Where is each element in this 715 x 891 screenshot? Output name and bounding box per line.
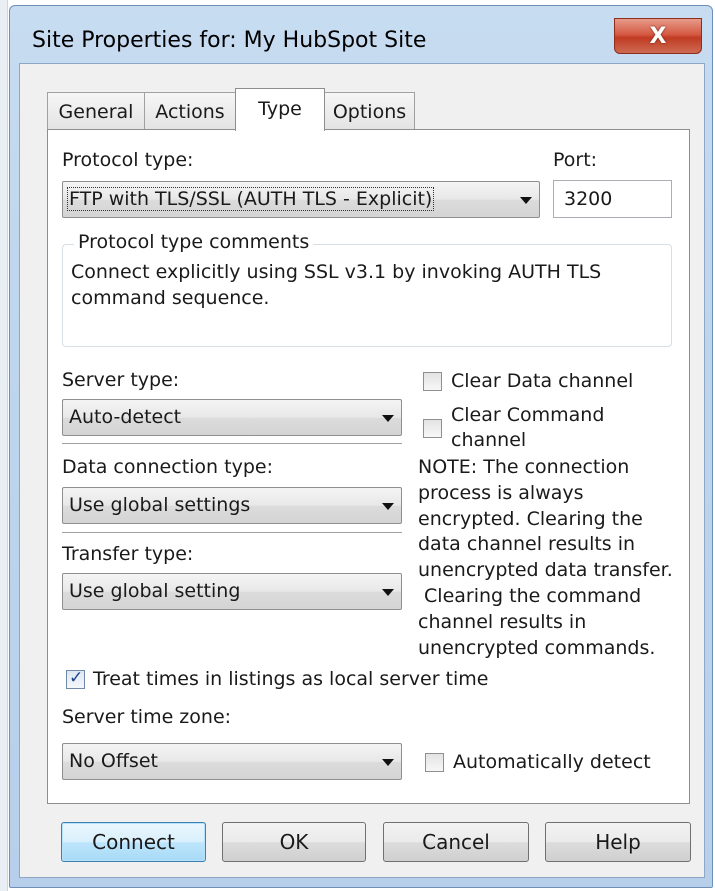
close-icon: X xyxy=(649,23,667,49)
clear-command-channel-label-line2: channel xyxy=(451,429,527,451)
chevron-down-icon xyxy=(382,503,394,510)
protocol-comments-line2: command sequence. xyxy=(71,287,270,309)
note-line: channel results in xyxy=(418,610,587,633)
note-line: NOTE: The connection xyxy=(418,456,630,478)
note-line: unencrypted data transfer. xyxy=(418,559,673,582)
tab-options-label: Options xyxy=(332,100,407,123)
server-time-zone-select[interactable]: No Offset xyxy=(62,743,402,780)
transfer-type-select[interactable]: Use global setting xyxy=(62,573,402,610)
protocol-type-value: FTP with TLS/SSL (AUTH TLS - Explicit) xyxy=(67,187,435,211)
server-time-zone-label: Server time zone: xyxy=(62,706,232,728)
chevron-down-icon xyxy=(520,197,532,204)
tab-general[interactable]: General xyxy=(47,92,145,130)
protocol-type-select[interactable]: FTP with TLS/SSL (AUTH TLS - Explicit) xyxy=(62,181,540,218)
clear-command-channel-checkbox[interactable] xyxy=(423,419,442,438)
tab-actions-label: Actions xyxy=(155,100,225,123)
help-button-label: Help xyxy=(595,830,641,854)
treat-times-local-checkbox[interactable]: ✓ xyxy=(66,668,85,689)
transfer-type-label: Transfer type: xyxy=(62,543,194,565)
note-line: Clearing the command xyxy=(418,584,642,607)
port-value: 3200 xyxy=(564,188,613,210)
protocol-comments-line1: Connect explicitly using SSL v3.1 by inv… xyxy=(71,261,602,283)
note-line: unencrypted commands. xyxy=(418,636,656,659)
server-type-select[interactable]: Auto-detect xyxy=(62,399,402,436)
transfer-type-value: Use global setting xyxy=(69,580,241,602)
data-connection-label: Data connection type: xyxy=(62,456,273,478)
port-input[interactable]: 3200 xyxy=(553,180,672,218)
chevron-down-icon xyxy=(382,589,394,596)
chevron-down-icon xyxy=(382,415,394,422)
divider xyxy=(62,532,402,534)
tab-type[interactable]: Type xyxy=(235,88,325,131)
window-title: Site Properties for: My HubSpot Site xyxy=(32,28,427,53)
data-connection-select[interactable]: Use global settings xyxy=(62,487,402,524)
cancel-button-label: Cancel xyxy=(422,830,490,854)
checkmark-icon: ✓ xyxy=(69,668,84,688)
help-button[interactable]: Help xyxy=(545,822,691,862)
clear-command-channel-label-line1: Clear Command xyxy=(451,404,605,426)
divider xyxy=(62,443,402,445)
cancel-button[interactable]: Cancel xyxy=(383,822,529,862)
protocol-comments-caption: Protocol type comments xyxy=(74,231,314,253)
data-connection-value: Use global settings xyxy=(69,494,251,516)
background-window-edge xyxy=(0,0,8,891)
tab-general-label: General xyxy=(58,100,134,123)
connect-button[interactable]: Connect xyxy=(61,822,206,862)
clear-data-channel-checkbox[interactable] xyxy=(423,372,442,391)
tab-actions[interactable]: Actions xyxy=(144,92,236,130)
clear-data-channel-label: Clear Data channel xyxy=(451,370,634,392)
encryption-note: NOTE: The connection process is always e… xyxy=(418,455,698,661)
chevron-down-icon xyxy=(382,759,394,766)
server-type-value: Auto-detect xyxy=(69,406,182,428)
protocol-type-label: Protocol type: xyxy=(62,149,194,171)
treat-times-local-label: Treat times in listings as local server … xyxy=(93,668,489,690)
connect-button-label: Connect xyxy=(92,830,175,854)
server-time-zone-value: No Offset xyxy=(69,750,158,772)
auto-detect-checkbox[interactable] xyxy=(425,753,444,772)
tab-options[interactable]: Options xyxy=(324,92,415,130)
ok-button[interactable]: OK xyxy=(222,822,366,862)
tab-type-label: Type xyxy=(258,98,302,120)
note-line: process is always xyxy=(418,481,584,504)
close-button[interactable]: X xyxy=(614,18,702,54)
server-type-label: Server type: xyxy=(62,369,180,391)
note-line: encrypted. Clearing the xyxy=(418,507,643,530)
auto-detect-label: Automatically detect xyxy=(453,751,651,773)
ok-button-label: OK xyxy=(279,830,309,854)
port-label: Port: xyxy=(553,149,598,171)
note-line: data channel results in xyxy=(418,533,636,556)
